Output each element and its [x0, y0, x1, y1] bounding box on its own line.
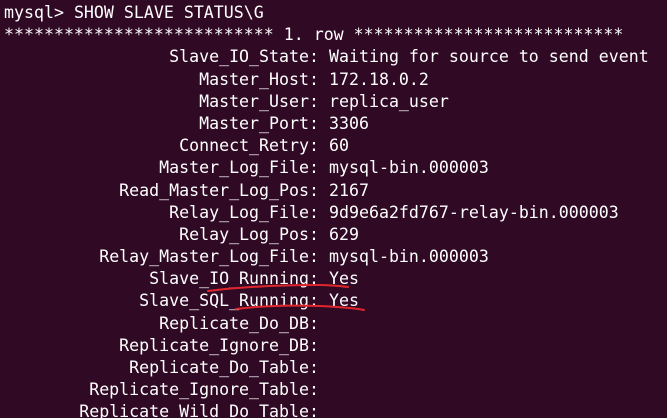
- field-name: Replicate_Do_DB: [159, 313, 309, 333]
- field-name: Replicate_Wild_Do_Table: [79, 402, 309, 418]
- field-row-replicate-do-db: Replicate_Do_DB:: [4, 313, 667, 335]
- field-row-read-master-log-pos: Read_Master_Log_Pos:2167: [4, 180, 667, 202]
- field-name: Slave_IO_State: [169, 47, 309, 67]
- field-value: mysql-bin.000003: [329, 247, 489, 267]
- field-value: Yes: [329, 291, 359, 311]
- command-text: SHOW SLAVE STATUS\G: [73, 3, 264, 22]
- field-name: Master_Port: [199, 113, 309, 133]
- field-value: [319, 313, 329, 335]
- field-name: Master_Host: [199, 69, 309, 89]
- field-row-master-port: Master_Port:3306: [4, 113, 667, 135]
- field-colon: :: [309, 224, 319, 244]
- row-header: *************************** 1. row *****…: [4, 25, 624, 45]
- field-colon: :: [309, 47, 319, 67]
- field-name: Connect_Retry: [179, 136, 309, 156]
- field-value: Waiting for source to send event: [329, 47, 649, 67]
- field-name: Relay_Log_Pos: [179, 224, 309, 244]
- field-colon: :: [309, 113, 319, 133]
- field-row-connect-retry: Connect_Retry:60: [4, 135, 667, 157]
- field-colon: :: [309, 335, 319, 355]
- field-name: Master_Log_File: [159, 158, 309, 178]
- field-value: Yes: [329, 269, 359, 289]
- field-value: 3306: [329, 113, 369, 133]
- mysql-prompt: mysql>: [4, 3, 74, 22]
- field-name: Slave_SQL_Running: [139, 291, 309, 311]
- field-row-replicate-do-table: Replicate_Do_Table:: [4, 357, 667, 379]
- field-row-relay-log-pos: Relay_Log_Pos:629: [4, 224, 667, 246]
- field-name: Replicate_Ignore_DB: [119, 335, 309, 355]
- field-colon: :: [309, 91, 319, 111]
- field-row-slave-io-running: Slave_IO_Running: Yes: [4, 268, 667, 290]
- field-colon: :: [309, 313, 319, 333]
- field-row-relay-master-log-file: Relay_Master_Log_File: mysql-bin.000003: [4, 246, 667, 268]
- field-row-master-host: Master_Host:172.18.0.2: [4, 69, 667, 91]
- field-colon: :: [309, 402, 319, 418]
- command-line: mysql> SHOW SLAVE STATUS\G: [4, 2, 667, 24]
- field-colon: :: [309, 202, 319, 222]
- field-name: Replicate_Do_Table: [129, 358, 309, 377]
- field-colon: :: [309, 136, 319, 156]
- field-colon: :: [309, 158, 319, 178]
- field-row-relay-log-file: Relay_Log_File:9d9e6a2fd767-relay-bin.00…: [4, 202, 667, 224]
- field-value: [319, 379, 329, 401]
- field-name: Master_User: [199, 91, 309, 111]
- field-colon: :: [309, 69, 319, 89]
- field-value: replica_user: [329, 91, 449, 111]
- field-colon: :: [309, 247, 319, 267]
- field-row-slave-sql-running: Slave_SQL_Running: Yes: [4, 290, 667, 312]
- field-colon: :: [309, 358, 319, 377]
- field-name: Replicate_Ignore_Table: [89, 380, 309, 400]
- field-value: mysql-bin.000003: [329, 158, 489, 178]
- field-value: 2167: [329, 180, 369, 200]
- field-name: Relay_Master_Log_File: [99, 247, 309, 267]
- field-value: [319, 357, 329, 379]
- field-value: 172.18.0.2: [329, 69, 429, 89]
- field-row-replicate-ignore-db: Replicate_Ignore_DB:: [4, 335, 667, 357]
- field-name: Relay_Log_File: [169, 202, 309, 222]
- field-value: 60: [329, 136, 349, 156]
- field-row-master-log-file: Master_Log_File: mysql-bin.000003: [4, 157, 667, 179]
- field-row-slave-io-state: Slave_IO_State: Waiting for source to sen…: [4, 46, 667, 68]
- field-name: Read_Master_Log_Pos: [119, 180, 309, 200]
- field-colon: :: [309, 269, 319, 289]
- field-row-replicate-ignore-table: Replicate_Ignore_Table:: [4, 379, 667, 401]
- field-row-replicate-wild-do-table: Replicate_Wild_Do_Table:: [4, 401, 667, 418]
- field-value: [319, 335, 329, 357]
- field-name: Slave_IO_Running: [149, 269, 309, 289]
- field-colon: :: [309, 380, 319, 400]
- field-colon: :: [309, 180, 319, 200]
- field-colon: :: [309, 291, 319, 311]
- field-value: 9d9e6a2fd767-relay-bin.000003: [329, 202, 619, 222]
- field-value: 629: [329, 224, 359, 244]
- terminal-window[interactable]: mysql> SHOW SLAVE STATUS\G *************…: [0, 0, 667, 418]
- field-value: [319, 401, 329, 418]
- field-row-master-user: Master_User: replica_user: [4, 91, 667, 113]
